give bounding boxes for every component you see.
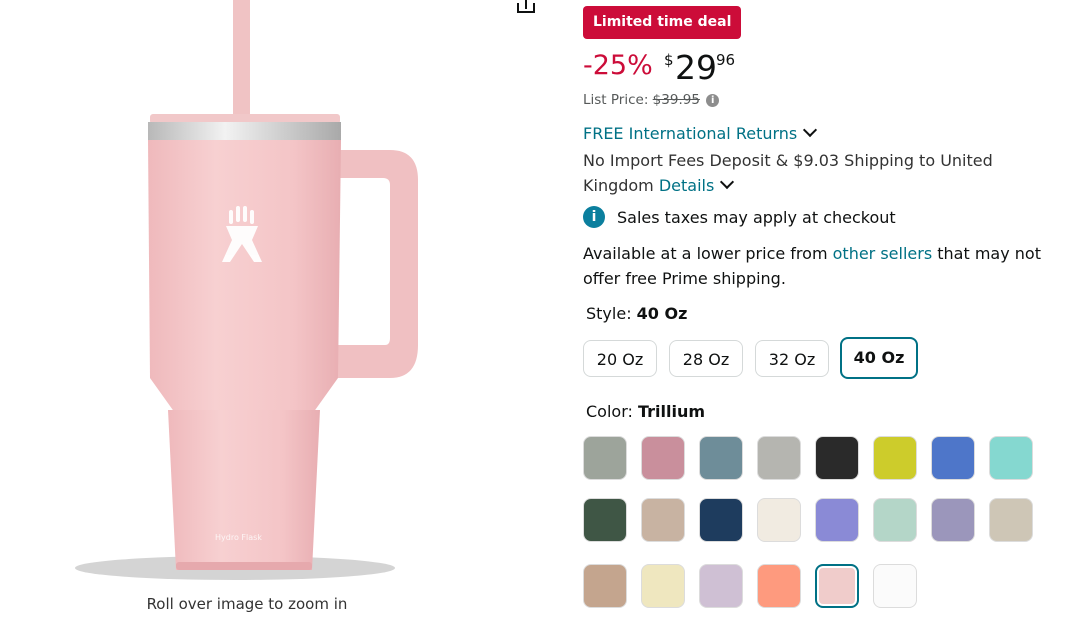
list-price: List Price: $39.95 i [583,92,720,108]
color-swatch[interactable] [699,564,743,608]
style-option-32oz[interactable]: 32 Oz [755,340,829,377]
color-swatch[interactable] [757,436,801,480]
list-price-label: List Price: [583,92,649,108]
color-selected: Trillium [637,402,706,421]
color-swatch[interactable] [641,436,685,480]
price-whole: 29 [675,48,717,87]
price-currency: $ [664,51,674,69]
style-selected: 40 Oz [636,304,688,323]
color-swatch[interactable] [699,436,743,480]
color-swatch[interactable] [989,498,1033,542]
discount-percent: -25% [583,50,653,81]
color-label-text: Color: [586,402,633,421]
color-swatch[interactable] [757,564,801,608]
shipping-details-link[interactable]: Details [659,176,714,195]
color-swatch[interactable] [583,436,627,480]
list-price-value: $39.95 [652,92,700,108]
lower-price-prefix: Available at a lower price from [583,244,828,263]
color-swatch[interactable] [757,498,801,542]
color-swatch[interactable] [989,436,1033,480]
color-swatch[interactable] [583,498,627,542]
chevron-down-icon[interactable] [803,122,818,138]
share-icon[interactable] [516,0,536,14]
brand-mark: Hydro Flask [215,533,262,542]
color-label: Color: Trillium [586,402,705,421]
import-fees-text: No Import Fees Deposit & $9.03 Shipping … [583,151,993,195]
lower-price-notice: Available at a lower price from other se… [583,241,1053,291]
price-fraction: 96 [716,51,736,69]
color-swatch[interactable] [931,498,975,542]
color-swatch[interactable] [699,498,743,542]
style-label: Style: 40 Oz [586,304,687,323]
deal-badge: Limited time deal [583,6,742,39]
color-swatch[interactable] [815,564,859,608]
other-sellers-link[interactable]: other sellers [833,244,933,263]
style-label-text: Style: [586,304,632,323]
tax-text: Sales taxes may apply at checkout [617,208,896,227]
color-swatch[interactable] [873,564,917,608]
returns-link[interactable]: FREE International Returns [583,122,818,143]
color-swatch[interactable] [873,436,917,480]
color-swatch[interactable] [641,498,685,542]
color-swatch[interactable] [583,564,627,608]
zoom-hint: Roll over image to zoom in [146,595,348,613]
info-icon[interactable]: i [706,93,720,107]
shipping-info: No Import Fees Deposit & $9.03 Shipping … [583,148,1013,198]
returns-link-text[interactable]: FREE International Returns [583,124,797,143]
color-swatch[interactable] [815,436,859,480]
style-option-28oz[interactable]: 28 Oz [669,340,743,377]
color-swatch[interactable] [815,498,859,542]
style-option-20oz[interactable]: 20 Oz [583,340,657,377]
color-swatch[interactable] [641,564,685,608]
color-swatch[interactable] [931,436,975,480]
style-option-40oz[interactable]: 40 Oz [840,337,918,379]
product-image[interactable]: Hydro Flask [0,0,520,622]
tumbler-image: Hydro Flask [75,0,418,580]
info-circle-icon: i [583,206,605,228]
chevron-down-icon[interactable] [720,174,735,190]
color-swatch[interactable] [873,498,917,542]
